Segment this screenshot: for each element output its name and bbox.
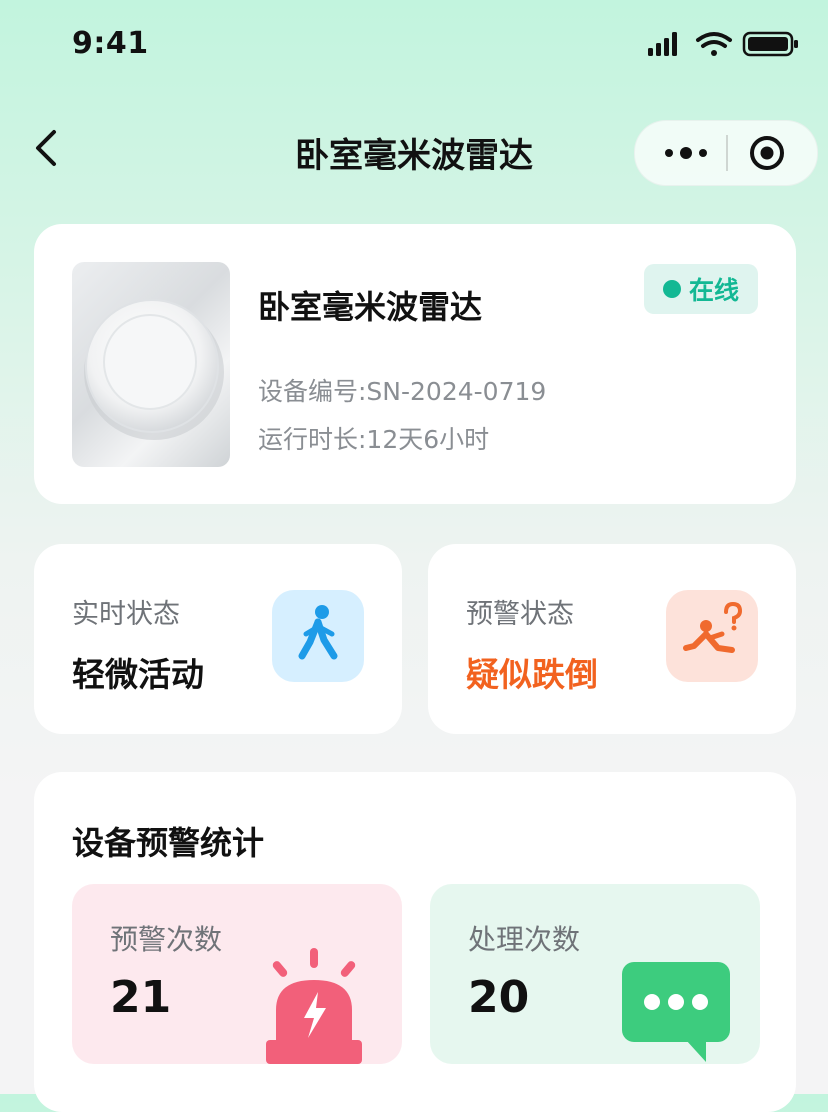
alert-count-label: 预警次数 <box>110 923 223 956</box>
alert-count-value: 21 <box>110 972 172 1023</box>
chat-bubble-icon <box>622 962 730 1062</box>
device-name: 卧室毫米波雷达 <box>258 288 483 326</box>
alert-count-tile[interactable]: 预警次数 21 <box>72 884 402 1064</box>
realtime-status-card[interactable]: 实时状态 轻微活动 <box>34 544 402 734</box>
alert-icon-box <box>666 590 758 682</box>
radar-device-icon <box>84 299 224 440</box>
siren-icon <box>266 948 362 1064</box>
handled-count-tile[interactable]: 处理次数 20 <box>430 884 760 1064</box>
device-runtime: 运行时长:12天6小时 <box>258 425 490 454</box>
online-status-text: 在线 <box>688 276 739 305</box>
fall-person-icon <box>683 601 743 653</box>
walking-person-icon <box>298 605 338 660</box>
alert-status-value: 疑似跌倒 <box>466 655 598 694</box>
close-miniprogram-icon[interactable] <box>747 133 787 173</box>
device-info-card[interactable]: 卧室毫米波雷达 在线 设备编号:SN-2024-0719 运行时长:12天6小时 <box>34 224 796 504</box>
capsule-divider <box>726 135 728 171</box>
device-serial: 设备编号:SN-2024-0719 <box>258 377 547 406</box>
miniprogram-capsule <box>634 120 818 186</box>
realtime-icon-box <box>272 590 364 682</box>
status-badge: 在线 <box>644 264 758 314</box>
wifi-icon <box>696 32 732 56</box>
status-time: 9:41 <box>72 26 149 61</box>
handled-count-value: 20 <box>468 972 530 1023</box>
realtime-status-label: 实时状态 <box>72 599 180 630</box>
alert-statistics-card: 设备预警统计 预警次数 21 处理次数 20 <box>34 772 796 1112</box>
signal-icon <box>648 32 677 56</box>
battery-icon <box>742 31 798 57</box>
more-icon[interactable] <box>657 137 715 169</box>
realtime-status-value: 轻微活动 <box>72 655 204 694</box>
device-image <box>72 262 230 467</box>
alert-status-label: 预警状态 <box>466 599 574 630</box>
online-dot-icon <box>662 280 681 298</box>
handled-count-label: 处理次数 <box>468 923 581 956</box>
status-icons <box>648 31 798 57</box>
alert-status-card[interactable]: 预警状态 疑似跌倒 <box>428 544 796 734</box>
stats-title: 设备预警统计 <box>72 824 265 862</box>
